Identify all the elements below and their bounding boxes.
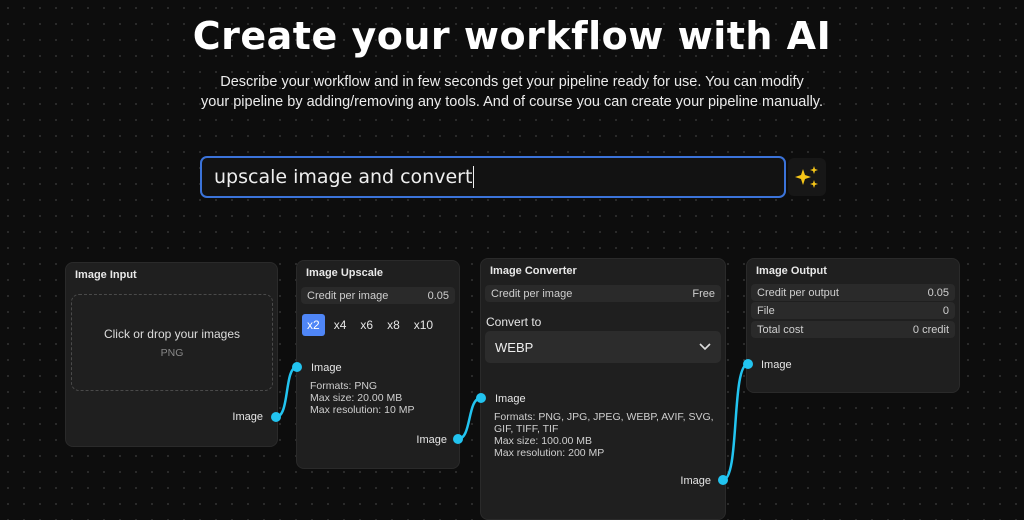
subtitle-line: Describe your workflow and in few second… bbox=[220, 74, 804, 90]
generate-ai-button[interactable] bbox=[788, 158, 826, 196]
spec-max-res: Max resolution: 200 MP bbox=[494, 447, 605, 459]
node-image-upscale[interactable]: Image Upscale Credit per image 0.05 x2 x4… bbox=[296, 260, 460, 469]
spec-formats: Formats: PNG bbox=[310, 380, 378, 392]
page-title: Create your workflow with AI bbox=[192, 14, 832, 58]
connection-wire bbox=[722, 362, 749, 482]
output-port-label: Image bbox=[232, 411, 263, 423]
node-title: Image Output bbox=[756, 265, 827, 277]
convert-to-label: Convert to bbox=[486, 315, 542, 329]
spec-max-size: Max size: 20.00 MB bbox=[310, 392, 403, 404]
prompt-value: upscale image and convert bbox=[214, 166, 473, 188]
input-port-label: Image bbox=[311, 362, 342, 374]
spec-max-size: Max size: 100.00 MB bbox=[494, 435, 593, 447]
credit-row: Credit per image 0.05 bbox=[301, 287, 455, 304]
row-value: 0.05 bbox=[927, 286, 949, 299]
sparkles-icon bbox=[795, 166, 818, 188]
scale-option-x6[interactable]: x6 bbox=[355, 314, 378, 336]
row-label: Total cost bbox=[757, 323, 804, 336]
scale-options: x2 x4 x6 x8 x10 bbox=[302, 314, 438, 336]
upscale-specs: Formats: PNG Max size: 20.00 MB Max resolu… bbox=[310, 380, 414, 416]
select-value: WEBP bbox=[495, 339, 534, 355]
cost-row: File 0 bbox=[751, 302, 955, 319]
output-port-label: Image bbox=[680, 475, 711, 487]
output-port-label: Image bbox=[416, 434, 447, 446]
row-label: Credit per output bbox=[757, 286, 839, 299]
dropzone-format: PNG bbox=[160, 347, 184, 359]
node-title: Image Upscale bbox=[306, 267, 384, 279]
spec-formats-cont: GIF, TIFF, TIF bbox=[494, 423, 559, 435]
input-port-label: Image bbox=[495, 393, 526, 405]
scale-option-x10[interactable]: x10 bbox=[409, 314, 438, 336]
input-port-label: Image bbox=[761, 359, 792, 371]
node-image-output[interactable]: Image Output Credit per output 0.05 File 0… bbox=[746, 258, 960, 393]
credit-value: 0.05 bbox=[427, 289, 449, 302]
connection-wire bbox=[457, 396, 482, 441]
chevron-down-icon bbox=[699, 343, 711, 351]
converter-specs: Formats: PNG, JPG, JPEG, WEBP, AVIF, SVG… bbox=[494, 411, 714, 459]
node-title: Image Converter bbox=[490, 265, 577, 277]
credit-value: Free bbox=[692, 287, 715, 300]
node-title: Image Input bbox=[75, 269, 137, 281]
scale-option-x2[interactable]: x2 bbox=[302, 314, 325, 336]
dropzone-text: Click or drop your images bbox=[103, 327, 241, 341]
connection-wire bbox=[275, 365, 298, 419]
node-image-input[interactable]: Image Input Click or drop your images PN… bbox=[65, 262, 278, 447]
row-value: 0 bbox=[942, 304, 949, 317]
node-image-converter[interactable]: Image Converter Credit per image Free Con… bbox=[480, 258, 726, 520]
convert-format-select[interactable]: WEBP bbox=[485, 331, 721, 363]
subtitle-line: your pipeline by adding/removing any too… bbox=[201, 94, 823, 110]
spec-max-res: Max resolution: 10 MP bbox=[310, 404, 415, 416]
cost-row: Credit per output 0.05 bbox=[751, 284, 955, 301]
text-caret bbox=[473, 166, 475, 188]
scale-option-x4[interactable]: x4 bbox=[329, 314, 352, 336]
cost-row: Total cost 0 credit bbox=[751, 321, 955, 338]
page-subtitle: Describe your workflow and in few second… bbox=[0, 72, 1024, 112]
row-label: File bbox=[757, 304, 775, 317]
image-dropzone[interactable]: Click or drop your images PNG bbox=[71, 294, 273, 391]
credit-label: Credit per image bbox=[307, 289, 389, 302]
credit-row: Credit per image Free bbox=[485, 285, 721, 302]
credit-label: Credit per image bbox=[491, 287, 573, 300]
workflow-prompt-input[interactable]: upscale image and convert bbox=[200, 156, 786, 198]
scale-option-x8[interactable]: x8 bbox=[382, 314, 405, 336]
spec-formats: Formats: PNG, JPG, JPEG, WEBP, AVIF, SVG… bbox=[494, 411, 714, 423]
row-value: 0 credit bbox=[912, 323, 949, 336]
